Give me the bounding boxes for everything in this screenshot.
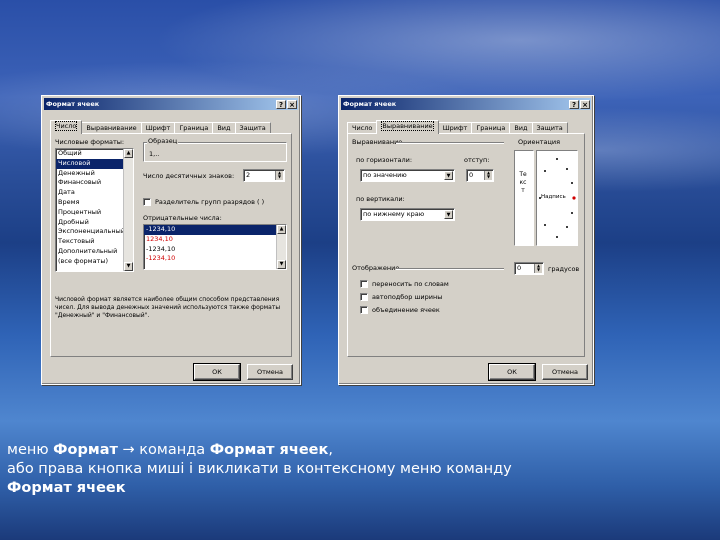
merge-cells-label: объединение ячеек [372,306,440,314]
indent-label: отступ: [464,156,490,164]
list-item[interactable]: Финансовый [56,178,133,188]
tab-alignment[interactable]: Выравнивание [376,120,439,134]
separator-label: Разделитель групп разрядов ( ) [155,198,265,206]
sample-group [143,142,287,162]
orientation-text-box[interactable]: Текст [514,150,534,246]
menu-name: Формат [53,442,118,458]
wrap-text-label: переносить по словам [372,280,449,288]
display-label: Отображение [352,264,400,272]
negative-label: Отрицательные числа: [143,214,222,222]
list-item[interactable]: Текстовый [56,237,133,247]
list-item-selected[interactable]: -1234,10 [144,225,286,235]
dialog-titlebar[interactable]: Формат ячеек ? × [341,98,591,110]
dialog-title: Формат ячеек [343,100,397,108]
list-item[interactable]: Денежный [56,169,133,179]
wrap-text-checkbox[interactable] [360,280,368,288]
list-item[interactable]: -1234,10 [144,254,286,264]
list-item-selected[interactable]: Числовой [56,158,133,169]
indent-stepper[interactable]: 0 ▲ ▼ [466,169,494,182]
list-item[interactable]: Процентный [56,208,133,218]
scroll-down-icon[interactable]: ▼ [124,262,133,271]
horizontal-select[interactable]: по значению ▼ [360,169,455,182]
negative-list[interactable]: -1234,10 1234,10 -1234,10 -1234,10 ▲ ▼ [143,224,287,270]
list-item[interactable]: Экспоненциальный [56,227,133,237]
spin-arrows-icon[interactable]: ▲ ▼ [484,171,492,180]
degrees-stepper[interactable]: 0 ▲ ▼ [514,262,544,275]
list-item[interactable]: -1234,10 [144,245,286,255]
shrink-to-fit-checkbox[interactable] [360,293,368,301]
list-item[interactable]: Дополнительный [56,247,133,257]
cancel-button[interactable]: Отмена [542,364,588,380]
list-item[interactable]: Время [56,198,133,208]
tab-panel: Выравнивание по горизонтали: по значению… [347,133,585,357]
scroll-up-icon[interactable]: ▲ [277,225,286,234]
cancel-button[interactable]: Отмена [247,364,293,380]
display-divider [396,268,504,270]
chevron-down-icon[interactable]: ▼ [444,210,453,219]
caption-line-1: меню Формат → команда Формат ячеек, [7,442,333,458]
orientation-horizontal-text: Надпись [541,194,566,200]
help-button[interactable]: ? [276,99,286,109]
scrollbar[interactable]: ▲ ▼ [276,225,286,269]
scroll-down-icon[interactable]: ▼ [277,260,286,269]
chevron-down-icon[interactable]: ▼ [444,171,453,180]
dialog-titlebar[interactable]: Формат ячеек ? × [44,98,298,110]
command-name: Формат ячеек [209,442,329,458]
format-cells-dialog-number: Формат ячеек ? × Число Выравнивание Шриф… [41,95,301,385]
spin-arrows-icon[interactable]: ▲ ▼ [275,171,283,180]
format-cells-dialog-alignment: Формат ячеек ? × Число Выравнивание Шриф… [338,95,594,385]
list-item[interactable]: Дробный [56,218,133,228]
sample-value: 1,.. [149,150,160,158]
degrees-label: градусов [548,265,580,273]
orientation-vertical-text: Текст [519,171,527,194]
horizontal-label: по горизонтали: [356,156,413,164]
caption-line-3: Формат ячеек [7,480,126,496]
vertical-label: по вертикали: [356,195,405,203]
merge-cells-checkbox[interactable] [360,306,368,314]
tab-panel: Числовые форматы: Общий Числовой Денежны… [50,133,292,357]
alignment-divider [396,142,504,144]
formats-list[interactable]: Общий Числовой Денежный Финансовый Дата … [55,148,134,272]
decimals-label: Число десятичных знаков: [143,172,235,180]
separator-checkbox[interactable] [143,198,151,206]
list-item[interactable]: (все форматы) [56,257,133,267]
orientation-dial[interactable]: Надпись [536,150,578,246]
tab-number[interactable]: Число [50,120,83,134]
decimals-stepper[interactable]: 2 ▲ ▼ [243,169,285,182]
close-button[interactable]: × [580,99,590,109]
ok-button[interactable]: ОК [193,363,241,381]
format-description: Числовой формат является наиболее общим … [55,296,281,319]
formats-label: Числовые форматы: [55,138,125,146]
spin-arrows-icon[interactable]: ▲ ▼ [534,264,542,273]
scrollbar[interactable]: ▲ ▼ [123,149,133,271]
ok-button[interactable]: ОК [488,363,536,381]
orientation-label: Ориентация [518,138,561,146]
vertical-select[interactable]: по нижнему краю ▼ [360,208,455,221]
close-button[interactable]: × [287,99,297,109]
caption-line-2: або права кнопка миші і викликати в конт… [7,461,512,477]
slide-caption: меню Формат → команда Формат ячеек, або … [7,441,707,498]
list-item[interactable]: Общий [56,149,133,159]
dialog-title: Формат ячеек [46,100,100,108]
scroll-up-icon[interactable]: ▲ [124,149,133,158]
sample-label: Образец [147,137,179,145]
help-button[interactable]: ? [569,99,579,109]
alignment-label: Выравнивание [352,138,403,146]
list-item[interactable]: 1234,10 [144,235,286,245]
list-item[interactable]: Дата [56,188,133,198]
shrink-to-fit-label: автоподбор ширины [372,293,443,301]
